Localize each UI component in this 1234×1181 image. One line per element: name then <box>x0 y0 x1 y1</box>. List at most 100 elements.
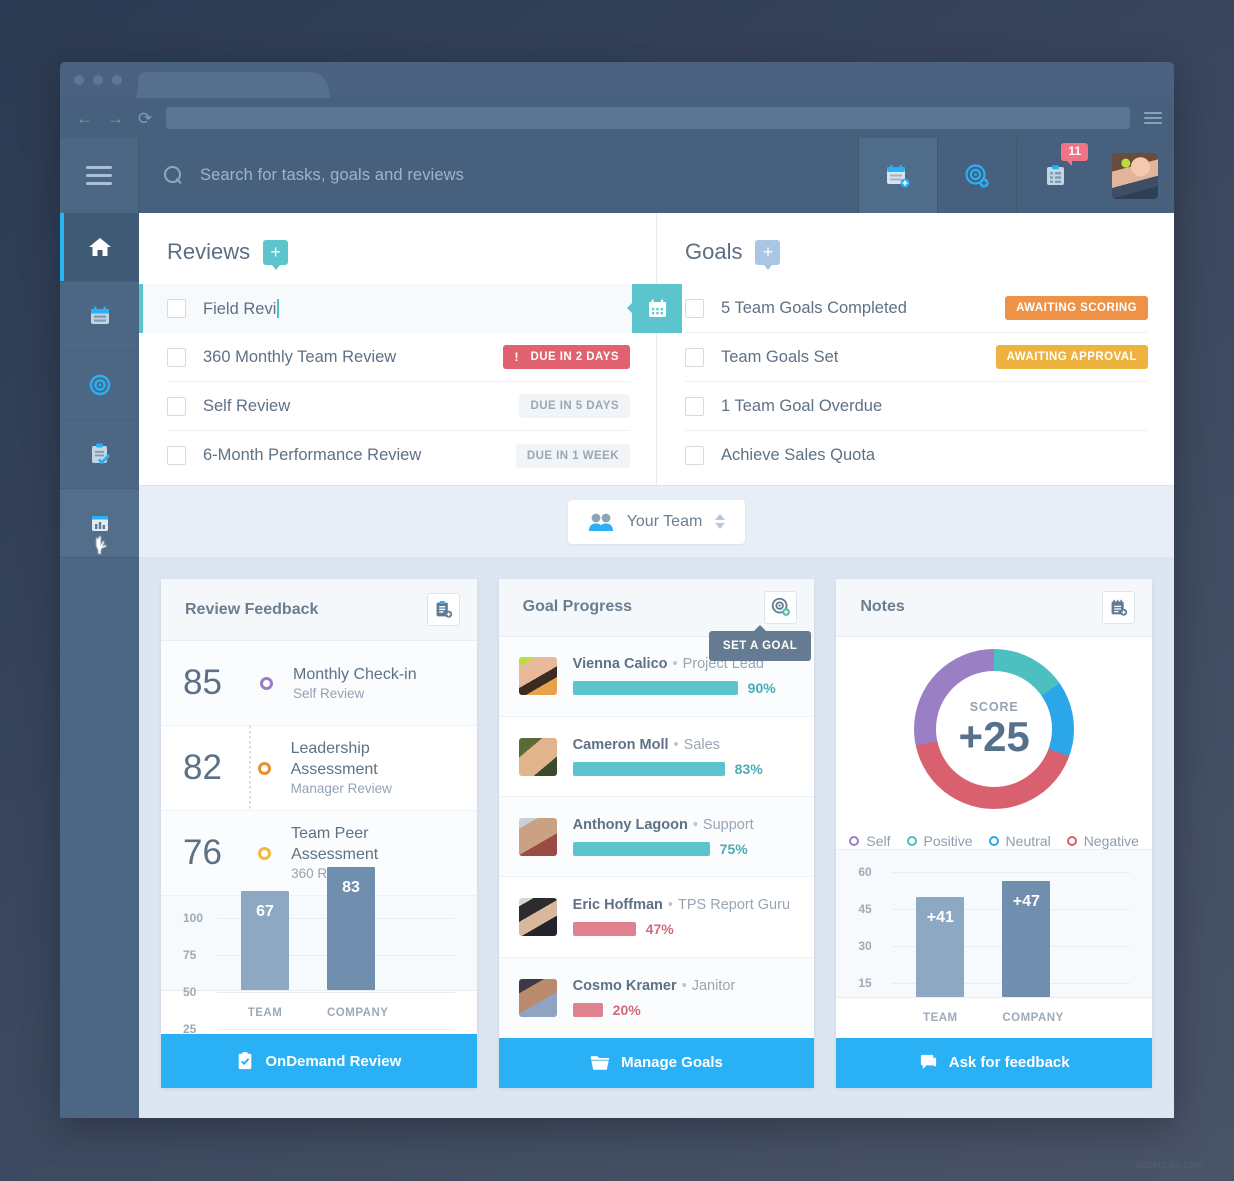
new-review-button[interactable] <box>858 138 937 213</box>
close-dot[interactable] <box>74 75 84 85</box>
y-tick-label: 50 <box>183 985 197 999</box>
legend-item-positive[interactable]: Positive <box>906 833 973 849</box>
legend-item-self[interactable]: Self <box>849 833 891 849</box>
notifications-button[interactable]: 11 <box>1016 138 1095 213</box>
feedback-subtitle: Self Review <box>293 685 365 701</box>
member-name: Cosmo Kramer <box>572 977 677 994</box>
donut-ring: SCORE +25 <box>914 648 1075 809</box>
watermark: uistencils.com <box>1134 1159 1204 1171</box>
goal-label: Achieve Sales Quota <box>721 446 876 464</box>
feedback-row[interactable]: 85 Monthly Check-in Self Review <box>161 641 477 726</box>
cta-label: Manage Goals <box>621 1054 723 1072</box>
goal-progress-row[interactable]: Cameron Moll • Sales 83% <box>498 717 815 798</box>
sidebar-toggle-button[interactable] <box>60 138 139 213</box>
feedback-row[interactable]: 82 Leadership Assessment Manager Review <box>161 726 477 811</box>
review-checkbox[interactable] <box>167 347 186 367</box>
review-row[interactable]: Self Review DUE IN 5 DAYS <box>167 382 630 431</box>
goal-checkbox[interactable] <box>685 298 704 318</box>
goal-progress-card: Goal Progress SET A GOAL Vienna Calico •… <box>498 579 815 1089</box>
bar-team: 67 <box>241 842 289 990</box>
x-axis: TEAM COMPANY <box>161 990 477 1034</box>
progress-bar <box>572 761 725 776</box>
browser-toolbar: ← → ⟳ <box>60 98 1174 138</box>
review-label: Self Review <box>203 396 291 415</box>
status-badge: DUE IN 2 DAYS <box>503 345 630 369</box>
legend-item-neutral[interactable]: Neutral <box>988 832 1051 849</box>
sidebar-item-reviews[interactable] <box>60 282 139 351</box>
sidebar-item-tasks[interactable] <box>60 420 139 489</box>
window-controls[interactable] <box>74 75 122 85</box>
target-icon <box>89 374 110 396</box>
reload-icon[interactable]: ⟳ <box>138 110 152 127</box>
user-menu-button[interactable] <box>1095 138 1174 213</box>
review-checkbox[interactable] <box>167 299 186 318</box>
new-note-button[interactable] <box>1102 590 1136 624</box>
review-checkbox[interactable] <box>167 446 186 465</box>
review-title-input[interactable]: Field Revi <box>203 298 656 319</box>
goal-progress-row[interactable]: Eric Hoffman • TPS Report Guru 47% <box>498 877 815 958</box>
feedback-score: 85 <box>183 663 222 702</box>
avatar <box>518 817 557 856</box>
goal-row[interactable]: 5 Team Goals Completed AWAITING SCORING <box>685 284 1148 333</box>
score-value: +25 <box>958 712 1030 760</box>
legend-label: Neutral <box>1005 832 1051 849</box>
goal-progress-row[interactable]: Cosmo Kramer • Janitor 20% <box>498 957 815 1038</box>
member-role: TPS Report Guru <box>678 896 791 913</box>
member-role: Sales <box>683 736 720 753</box>
new-review-button[interactable] <box>426 593 460 626</box>
member-name: Eric Hoffman <box>572 896 663 913</box>
add-review-button[interactable]: + <box>263 239 289 270</box>
global-search[interactable] <box>139 138 858 213</box>
x-tick-label: COMPANY <box>327 1006 389 1019</box>
goal-checkbox[interactable] <box>685 396 704 416</box>
sidebar-item-home[interactable] <box>60 213 139 282</box>
url-bar[interactable] <box>166 107 1130 129</box>
x-axis: TEAM COMPANY <box>836 996 1153 1038</box>
review-row[interactable]: 360 Monthly Team Review DUE IN 2 DAYS <box>167 333 630 382</box>
cta-label: Ask for feedback <box>948 1054 1070 1072</box>
minimize-dot[interactable] <box>93 75 103 85</box>
ask-for-feedback-button[interactable]: Ask for feedback <box>836 1037 1153 1088</box>
goal-progress-row[interactable]: Anthony Lagoon • Support 75% <box>498 797 815 878</box>
notes-donut-chart: SCORE +25 Self Positive Neutral Negative <box>836 637 1152 849</box>
bar-value-label: +47 <box>1012 892 1040 910</box>
text-caret <box>277 298 279 318</box>
review-checkbox[interactable] <box>167 396 186 416</box>
team-selector[interactable]: Your Team <box>567 499 746 544</box>
goal-row[interactable]: Achieve Sales Quota <box>685 431 1148 480</box>
browser-menu-icon[interactable] <box>1144 112 1162 124</box>
feedback-subtitle: Manager Review <box>290 781 392 797</box>
forward-icon[interactable]: → <box>107 110 124 127</box>
new-goal-button[interactable] <box>937 138 1016 213</box>
avatar <box>518 978 557 1017</box>
goal-checkbox[interactable] <box>685 446 704 465</box>
notifications-icon <box>1047 164 1064 185</box>
goal-row[interactable]: Team Goals Set AWAITING APPROVAL <box>685 333 1148 382</box>
calendar-icon <box>90 306 109 324</box>
review-row-editing[interactable]: Field Revi <box>139 284 682 333</box>
back-icon[interactable]: ← <box>76 110 93 127</box>
search-input[interactable] <box>200 166 825 185</box>
browser-tab[interactable] <box>136 72 330 99</box>
maximize-dot[interactable] <box>112 75 122 85</box>
manage-goals-button[interactable]: Manage Goals <box>498 1037 815 1089</box>
goal-checkbox[interactable] <box>685 347 704 367</box>
stepper-icon[interactable] <box>715 514 726 529</box>
legend-dot-icon <box>849 835 860 846</box>
ondemand-review-button[interactable]: OnDemand Review <box>161 1034 477 1088</box>
goal-label: 1 Team Goal Overdue <box>721 396 883 415</box>
add-goal-button[interactable]: + <box>755 239 781 270</box>
sidebar-item-reports[interactable] <box>60 489 139 558</box>
goal-row[interactable]: 1 Team Goal Overdue <box>685 382 1148 431</box>
legend-item-negative[interactable]: Negative <box>1066 833 1139 849</box>
browser-nav-buttons: ← → ⟳ <box>72 110 152 127</box>
status-badge: DUE IN 1 WEEK <box>515 443 630 468</box>
bar-value-label: 67 <box>256 903 274 920</box>
cards-row: Review Feedback 85 Monthly Check-in Self… <box>139 557 1174 1118</box>
reviews-panel: Reviews + Field Revi 360 Monthly Team Re… <box>139 213 682 485</box>
review-bar-chart: 100 75 50 25 67 83 <box>161 867 477 1036</box>
set-goal-button[interactable] <box>764 590 798 624</box>
sidebar-item-goals[interactable] <box>60 351 139 420</box>
review-row[interactable]: 6-Month Performance Review DUE IN 1 WEEK <box>167 431 630 480</box>
page-title: Reviews <box>167 239 251 264</box>
